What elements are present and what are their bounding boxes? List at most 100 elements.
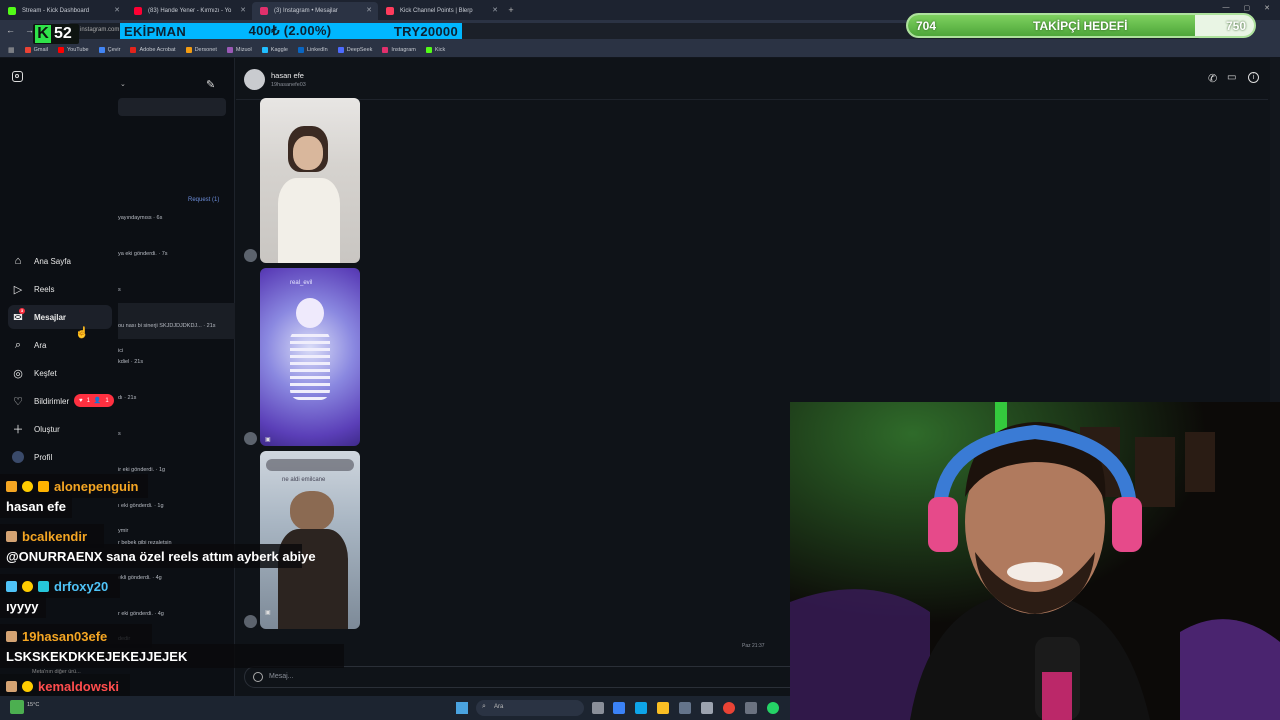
webcam-feed bbox=[790, 402, 1280, 720]
reels-icon: ▷ bbox=[13, 283, 23, 296]
kick-icon bbox=[425, 46, 432, 53]
task-view-icon[interactable] bbox=[592, 702, 604, 714]
close-tab-icon[interactable]: ✕ bbox=[114, 6, 120, 14]
conversation-item[interactable]: yayındaymıss · 6s bbox=[118, 215, 162, 221]
maximize-icon[interactable]: ▢ bbox=[1244, 4, 1251, 12]
copilot-icon[interactable] bbox=[613, 702, 625, 714]
conversation-item[interactable]: ymir bbox=[118, 528, 128, 534]
back-icon[interactable]: ← bbox=[6, 25, 15, 35]
explorer-icon[interactable] bbox=[657, 702, 669, 714]
bookmark-deepseek[interactable]: DeepSeek bbox=[337, 46, 372, 53]
chat-username: drfoxy20 bbox=[6, 579, 108, 594]
windows-start-icon[interactable] bbox=[456, 702, 468, 714]
notification-badge: ♥ 1 👤 1 bbox=[74, 394, 114, 407]
bookmark-youtube[interactable]: YouTube bbox=[58, 46, 89, 53]
bookmark-gmail[interactable]: Gmail bbox=[24, 46, 48, 53]
youtube-favicon-icon bbox=[134, 7, 142, 15]
taskbar-search-input[interactable]: ⌕ Ara bbox=[476, 700, 584, 716]
conversation-item[interactable]: ya eki gönderdi. · 7s bbox=[118, 251, 168, 257]
inbox-panel: ⌄ ✎ Request (1) yayındaymıss · 6s ya eki… bbox=[32, 58, 235, 720]
nav-messages[interactable]: ✉ 3 Mesajlar bbox=[8, 305, 112, 329]
bookmark-mizuol[interactable]: Mizuol bbox=[226, 46, 252, 53]
edge-icon[interactable] bbox=[635, 702, 647, 714]
obs-icon[interactable] bbox=[745, 702, 757, 714]
video-call-icon[interactable]: ▭ bbox=[1227, 72, 1236, 83]
browser-tab[interactable]: Stream - Kick Dashboard ✕ bbox=[0, 2, 126, 20]
shared-media[interactable] bbox=[260, 98, 360, 263]
close-tab-icon[interactable]: ✕ bbox=[492, 6, 498, 14]
deepseek-icon bbox=[337, 46, 344, 53]
bookmark-translate[interactable]: Çevir bbox=[98, 46, 120, 53]
instagram-nav-rail: ⌂ Ana Sayfa ▷ Reels ✉ 3 Mesajlar ⌕ Ara ◎ Keşfe… bbox=[0, 58, 118, 720]
conversation-item[interactable]: dı · 21s bbox=[118, 395, 136, 401]
bookmark-kaggle[interactable]: Kaggle bbox=[261, 46, 288, 53]
sender-avatar[interactable] bbox=[244, 432, 257, 445]
app-icon[interactable] bbox=[701, 702, 713, 714]
whatsapp-icon[interactable] bbox=[767, 702, 779, 714]
close-tab-icon[interactable]: ✕ bbox=[366, 6, 372, 14]
window-controls: — ▢ ✕ bbox=[1223, 4, 1271, 12]
conversation-item[interactable]: ou nası bi sinerji SKJDJDJDKDJ... · 21s bbox=[118, 323, 216, 329]
conversation-item[interactable]: ir eki gönderdi. · 1g bbox=[118, 467, 165, 473]
store-icon[interactable] bbox=[679, 702, 691, 714]
apps-icon[interactable]: ▦ bbox=[8, 46, 15, 54]
search-icon: ⌕ bbox=[14, 338, 22, 351]
close-window-icon[interactable]: ✕ bbox=[1264, 4, 1270, 12]
gift-badge-icon bbox=[6, 480, 17, 492]
conversation-item[interactable]: ekli gönderdi. · 4g bbox=[118, 575, 162, 581]
compass-icon: ◎ bbox=[13, 367, 23, 380]
chrome-icon[interactable] bbox=[723, 702, 735, 714]
kaggle-icon bbox=[261, 46, 268, 53]
sender-avatar[interactable] bbox=[244, 615, 257, 628]
new-tab-button[interactable]: + bbox=[504, 5, 518, 15]
selected-conversation[interactable] bbox=[118, 303, 235, 339]
info-icon[interactable]: i bbox=[1248, 72, 1259, 83]
like-count-icon: ♥ bbox=[79, 397, 83, 404]
chat-contact-username: 19hasanefe03 bbox=[271, 82, 306, 88]
minimize-icon[interactable]: — bbox=[1223, 4, 1230, 12]
bookmark-kick[interactable]: Kick bbox=[425, 46, 445, 53]
conversation-item[interactable]: s bbox=[118, 431, 121, 437]
requests-link[interactable]: Request (1) bbox=[188, 197, 219, 203]
avatar[interactable] bbox=[244, 69, 265, 90]
translate-icon bbox=[98, 46, 105, 53]
inbox-search-input[interactable] bbox=[118, 98, 226, 116]
bookmark-dersonet[interactable]: Dersonet bbox=[185, 46, 217, 53]
chevron-down-icon[interactable]: ⌄ bbox=[120, 80, 126, 88]
emoji-icon[interactable] bbox=[253, 672, 263, 682]
conversation-item[interactable]: r eki gönderdi. · 4g bbox=[118, 611, 164, 617]
bookmark-acrobat[interactable]: Adobe Acrobat bbox=[130, 46, 176, 53]
sender-avatar[interactable] bbox=[244, 249, 257, 262]
browser-tab-active[interactable]: (3) Instagram • Mesajlar ✕ bbox=[252, 2, 378, 20]
nav-search[interactable]: ⌕ Ara bbox=[8, 333, 112, 357]
instagram-favicon-icon bbox=[260, 7, 268, 15]
plus-icon: ＋ bbox=[12, 424, 24, 436]
conversation-item[interactable]: ı eki gönderdi. · 1g bbox=[118, 503, 164, 509]
weather-icon[interactable] bbox=[10, 700, 24, 714]
browser-tab[interactable]: Kick Channel Points | Blerp ✕ bbox=[378, 2, 504, 20]
chat-contact-name[interactable]: hasan efe bbox=[271, 71, 304, 80]
close-tab-icon[interactable]: ✕ bbox=[240, 6, 246, 14]
sub-badge-icon bbox=[22, 480, 33, 492]
conversation-item[interactable]: s bbox=[118, 287, 121, 293]
profile-icon bbox=[12, 451, 24, 463]
nav-explore[interactable]: ◎ Keşfet bbox=[8, 361, 112, 385]
vip-badge-icon bbox=[6, 580, 17, 592]
browser-tab[interactable]: (83) Hande Yener - Kırmızı - Yo ✕ bbox=[126, 2, 252, 20]
new-message-icon[interactable]: ✎ bbox=[206, 78, 215, 91]
nav-profile[interactable]: Profil bbox=[8, 445, 112, 469]
conversation-item[interactable]: kdiel · 21s bbox=[118, 359, 143, 365]
nav-home[interactable]: ⌂ Ana Sayfa bbox=[8, 249, 112, 273]
nav-reels[interactable]: ▷ Reels bbox=[8, 277, 112, 301]
nav-notifications[interactable]: ♡ Bildirimler ♥ 1 👤 1 bbox=[8, 389, 114, 413]
nav-create[interactable]: ＋ Oluştur bbox=[8, 417, 112, 441]
phone-icon[interactable]: ✆ bbox=[1208, 72, 1217, 85]
bookmark-instagram[interactable]: Instagram bbox=[382, 46, 416, 53]
shared-media[interactable]: ne aldi emilcane ▣ bbox=[260, 451, 360, 629]
conversation-item[interactable]: ici bbox=[118, 348, 123, 354]
bookmark-linkedin[interactable]: LinkedIn bbox=[297, 46, 328, 53]
instagram-logo-icon[interactable] bbox=[12, 71, 23, 82]
media-photo-body bbox=[278, 178, 340, 263]
search-icon: ⌕ bbox=[482, 703, 486, 710]
shared-media[interactable]: real_evil ▣ bbox=[260, 268, 360, 446]
